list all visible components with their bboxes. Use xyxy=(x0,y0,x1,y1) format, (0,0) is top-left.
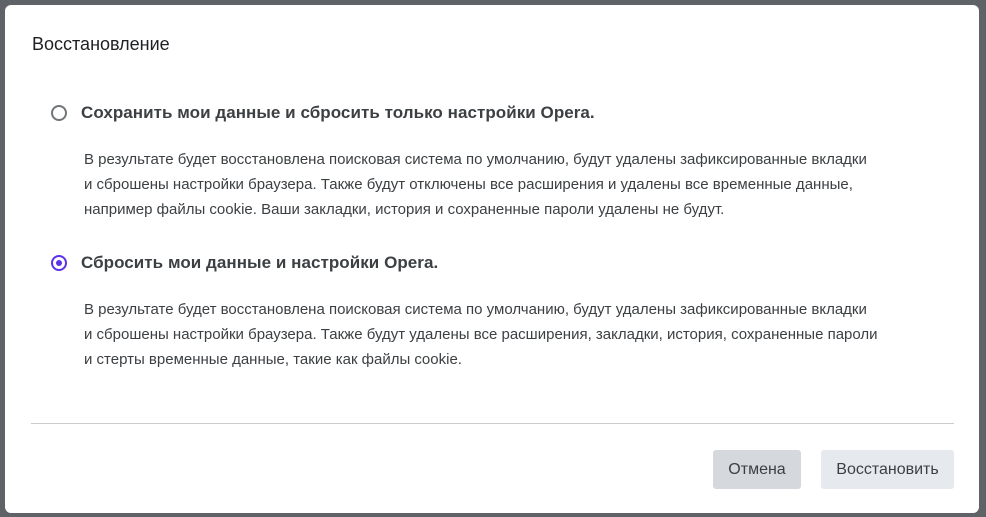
description-line: например файлы cookie. Ваши закладки, ис… xyxy=(84,201,725,218)
option-reset-all-description: В результате будет восстановлена поисков… xyxy=(84,297,954,372)
description-line: и стерты временные данные, такие как фай… xyxy=(84,351,462,368)
option-reset-all-label[interactable]: Сбросить мои данные и настройки Opera. xyxy=(81,252,438,274)
description-line: и сброшены настройки браузера. Также буд… xyxy=(84,176,853,193)
description-line: В результате будет восстановлена поисков… xyxy=(84,151,867,168)
description-line: и сброшены настройки браузера. Также буд… xyxy=(84,326,878,343)
radio-keep-data[interactable] xyxy=(51,105,67,121)
restore-button[interactable]: Восстановить xyxy=(821,450,954,489)
option-keep-data[interactable]: Сохранить мои данные и сбросить только н… xyxy=(51,102,595,124)
option-keep-data-label[interactable]: Сохранить мои данные и сбросить только н… xyxy=(81,102,595,124)
cancel-button[interactable]: Отмена xyxy=(713,450,801,489)
option-reset-all[interactable]: Сбросить мои данные и настройки Opera. xyxy=(51,252,438,274)
footer-divider xyxy=(31,423,954,424)
reset-dialog: Восстановление Сохранить мои данные и сб… xyxy=(5,5,979,513)
dialog-title: Восстановление xyxy=(32,34,170,54)
radio-reset-all[interactable] xyxy=(51,255,67,271)
option-keep-data-description: В результате будет восстановлена поисков… xyxy=(84,147,954,222)
description-line: В результате будет восстановлена поисков… xyxy=(84,301,867,318)
